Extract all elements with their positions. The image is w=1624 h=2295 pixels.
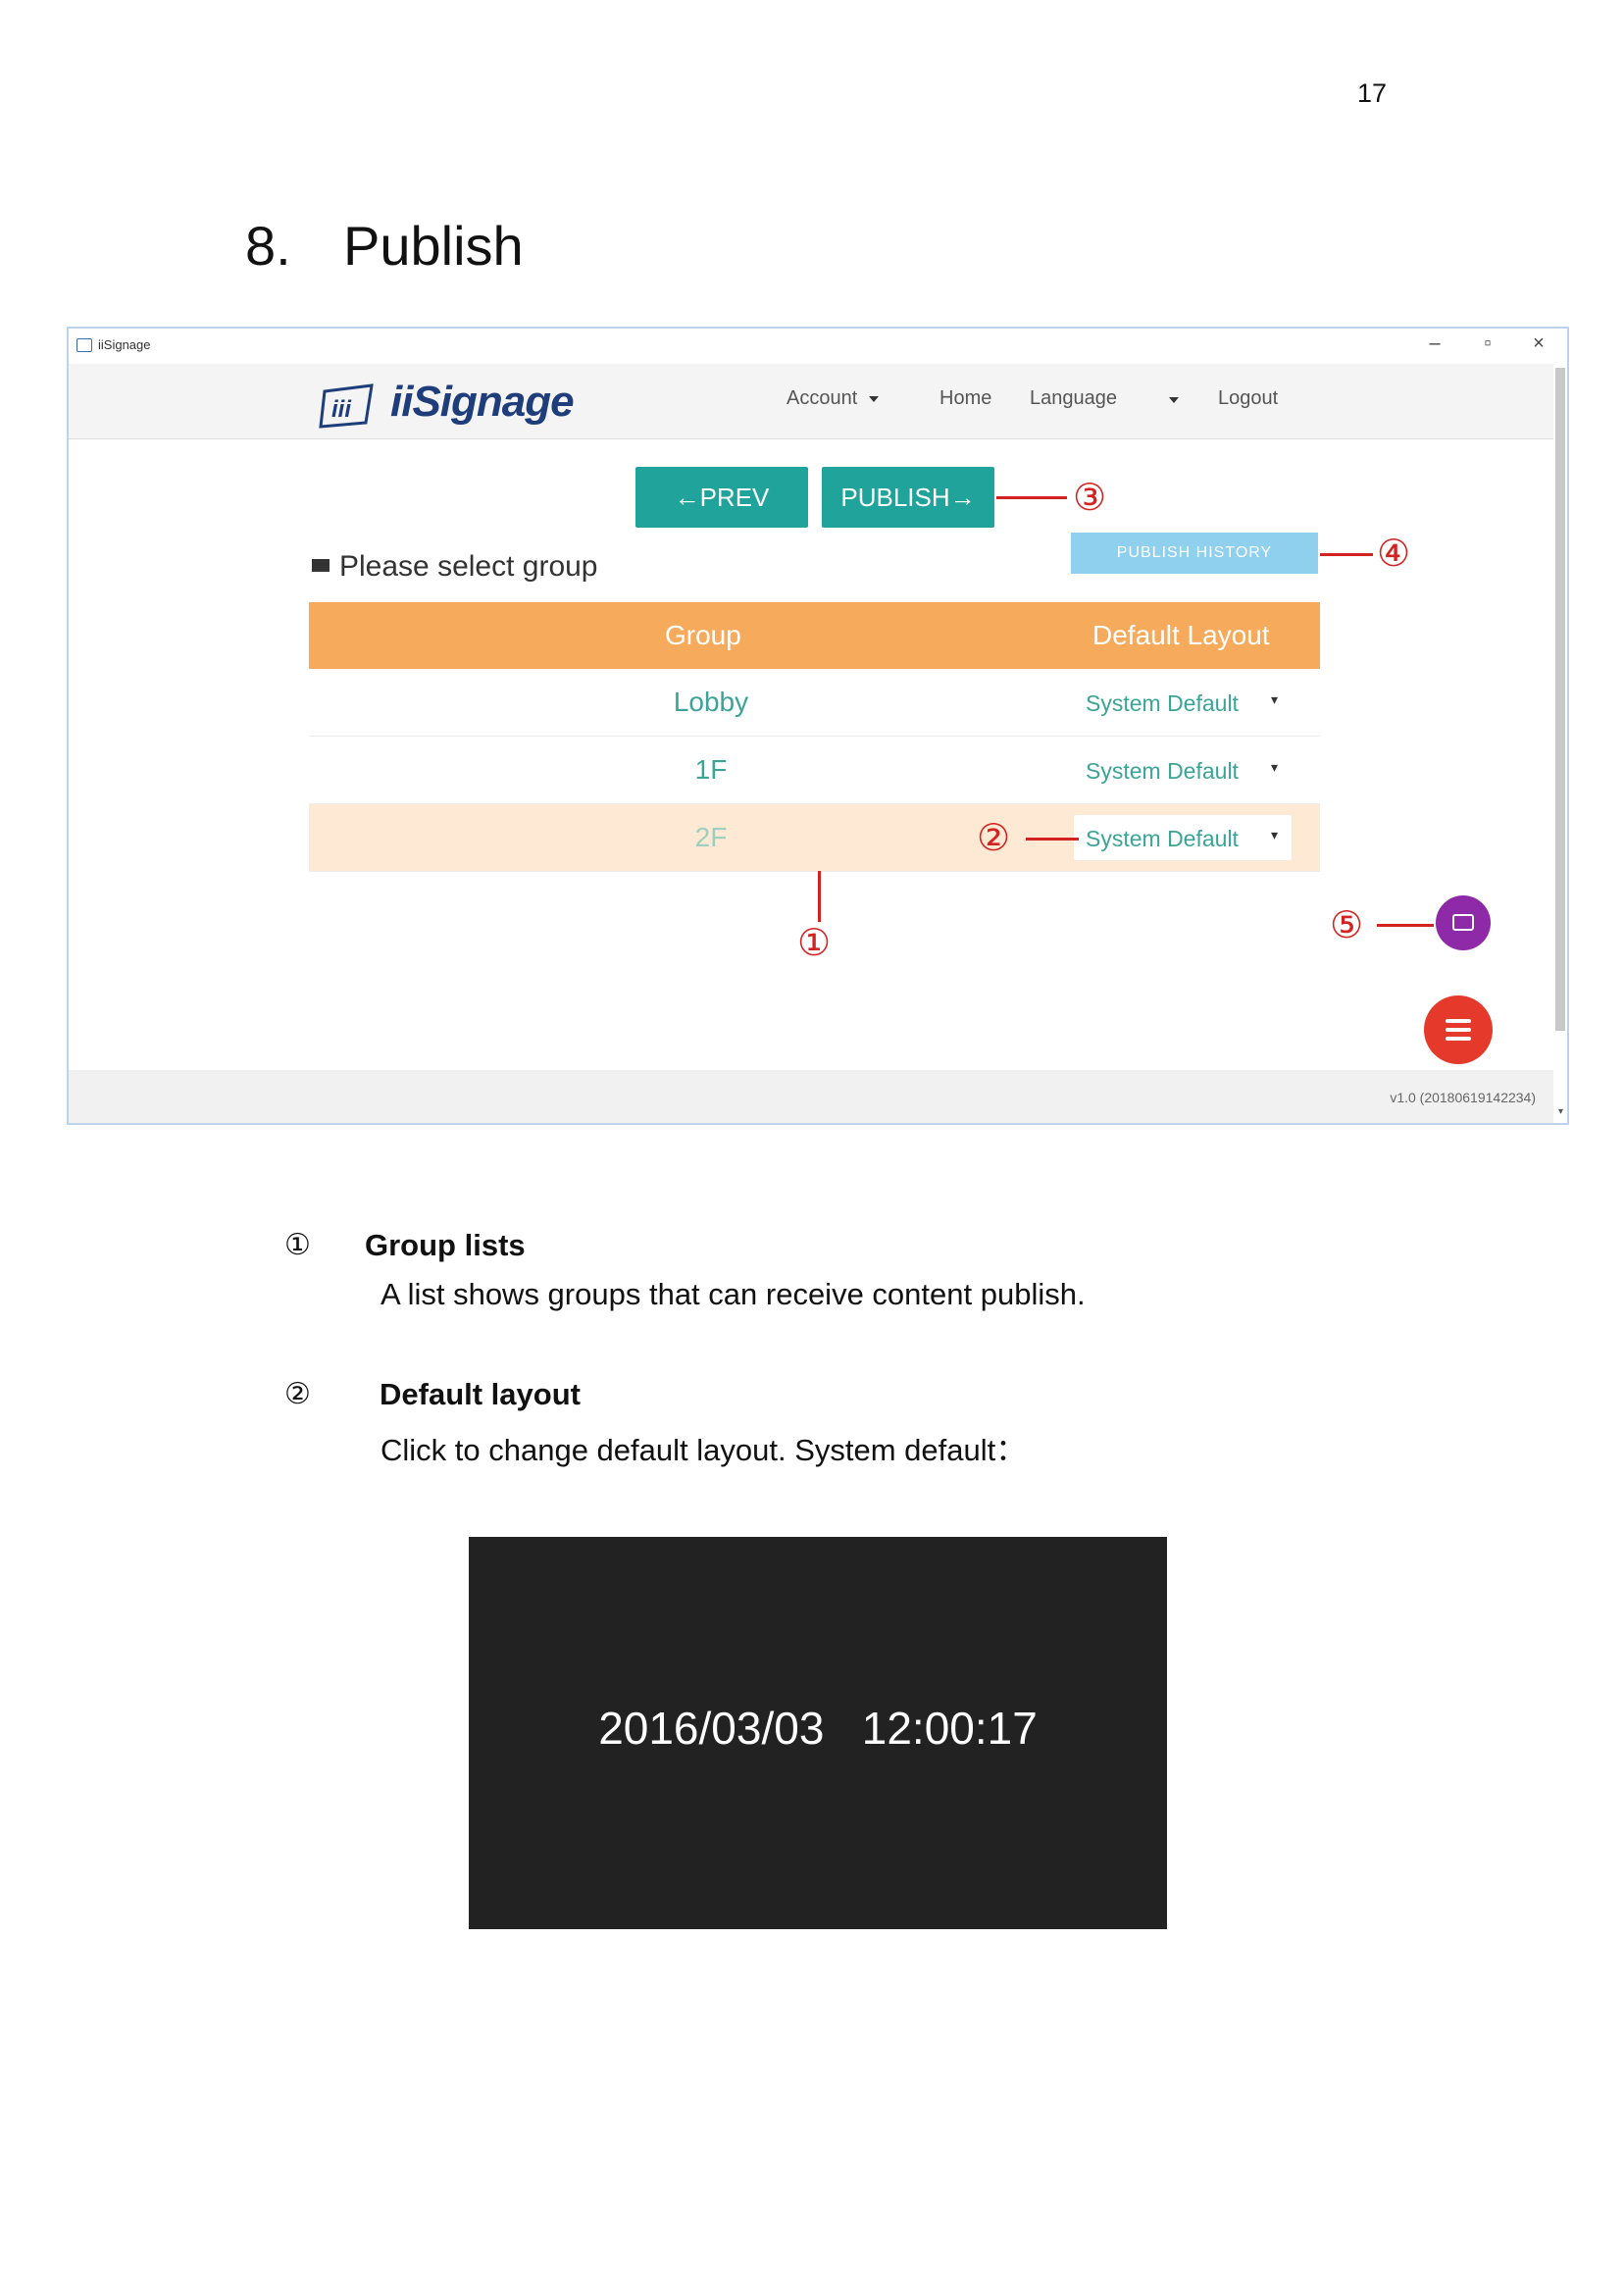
select-group-text: Please select group xyxy=(339,550,598,583)
explanation-1-desc: A list shows groups that can receive con… xyxy=(381,1277,1086,1311)
group-table: Group Default Layout Lobby System Defaul… xyxy=(309,602,1320,872)
nav-home[interactable]: Home xyxy=(939,387,991,410)
layout-select[interactable]: System Default ▾ xyxy=(1074,680,1292,725)
dropdown-arrow-icon: ▾ xyxy=(1270,827,1278,842)
logo-mark: iii xyxy=(331,396,352,423)
prev-button[interactable]: ←PREV xyxy=(635,467,808,528)
publish-history-button[interactable]: PUBLISH HISTORY xyxy=(1071,533,1318,574)
explanation-2-desc: Click to change default layout. System d… xyxy=(381,1433,1027,1467)
nav-language[interactable]: Language xyxy=(1030,387,1117,410)
layout-value: System Default xyxy=(1086,826,1239,851)
explanation-2-number: ② xyxy=(284,1378,311,1410)
menu-fab-button[interactable] xyxy=(1424,995,1493,1064)
group-name: 1F xyxy=(694,754,728,785)
callout-line xyxy=(996,496,1067,499)
nav-account[interactable]: Account xyxy=(787,387,880,410)
column-header-group: Group xyxy=(665,620,741,650)
column-header-default-layout: Default Layout xyxy=(1092,620,1270,650)
logo-text: iiSignage xyxy=(390,378,575,426)
layout-value: System Default xyxy=(1086,758,1239,784)
nav-logout[interactable]: Logout xyxy=(1218,387,1278,410)
scroll-down-icon[interactable]: ▾ xyxy=(1558,1106,1563,1117)
minimize-icon[interactable]: – xyxy=(1420,332,1449,355)
section-title: Publish xyxy=(343,215,524,277)
explanation-1-title: Group lists xyxy=(365,1228,526,1262)
table-row[interactable]: Lobby System Default ▾ xyxy=(309,669,1320,737)
table-row[interactable]: 1F System Default ▾ xyxy=(309,737,1320,804)
window-title: iiSignage xyxy=(98,337,151,352)
app-icon xyxy=(76,338,92,352)
scrollbar[interactable] xyxy=(1555,368,1565,1031)
window-titlebar: iiSignage – ▫ × xyxy=(69,329,1567,364)
dropdown-arrow-icon: ▾ xyxy=(1270,691,1278,707)
chevron-down-icon[interactable] xyxy=(1169,397,1179,403)
group-name: 2F xyxy=(694,822,728,852)
chevron-down-icon xyxy=(869,395,880,402)
section-heading: 8. Publish xyxy=(245,214,524,278)
layout-select[interactable]: System Default ▾ xyxy=(1074,815,1292,860)
callout-line xyxy=(1377,924,1434,927)
publish-button[interactable]: PUBLISH→ xyxy=(822,467,994,528)
default-layout-preview: 2016/03/03 12:00:17 xyxy=(469,1537,1167,1929)
section-number: 8. xyxy=(245,215,291,277)
callout-line xyxy=(1320,553,1373,556)
callout-1: ① xyxy=(797,923,832,964)
table-header: Group Default Layout xyxy=(309,602,1320,669)
close-icon[interactable]: × xyxy=(1524,332,1553,355)
screen-icon xyxy=(1452,914,1474,931)
callout-line xyxy=(818,871,821,922)
select-group-label: Please select group xyxy=(312,550,598,584)
layout-select[interactable]: System Default ▾ xyxy=(1074,747,1292,792)
explanation-2-title: Default layout xyxy=(380,1377,581,1411)
preview-datetime: 2016/03/03 12:00:17 xyxy=(598,1703,1038,1754)
table-row[interactable]: 2F System Default ▾ xyxy=(309,804,1320,872)
status-bar: v1.0 (20180619142234) xyxy=(69,1070,1553,1123)
page-number: 17 xyxy=(1357,78,1388,108)
nav-account-label: Account xyxy=(787,387,858,409)
layout-value: System Default xyxy=(1086,690,1239,716)
app-navbar: iii iiSignage Account Home Language Logo… xyxy=(69,364,1553,439)
logo-icon: iii xyxy=(319,383,374,429)
maximize-icon[interactable]: ▫ xyxy=(1473,332,1502,355)
callout-5: ⑤ xyxy=(1330,905,1364,946)
explanation-1-number: ① xyxy=(284,1229,311,1261)
callout-2: ② xyxy=(977,818,1011,859)
dropdown-arrow-icon: ▾ xyxy=(1270,759,1278,775)
callout-3: ③ xyxy=(1073,478,1107,519)
preview-fab-button[interactable] xyxy=(1436,895,1491,950)
group-name: Lobby xyxy=(673,687,749,717)
callout-4: ④ xyxy=(1377,534,1411,575)
folder-icon xyxy=(312,558,330,572)
app-screenshot: iiSignage – ▫ × iii iiSignage Account Ho… xyxy=(67,327,1569,1125)
version-text: v1.0 (20180619142234) xyxy=(1390,1090,1536,1105)
callout-line xyxy=(1026,838,1079,841)
